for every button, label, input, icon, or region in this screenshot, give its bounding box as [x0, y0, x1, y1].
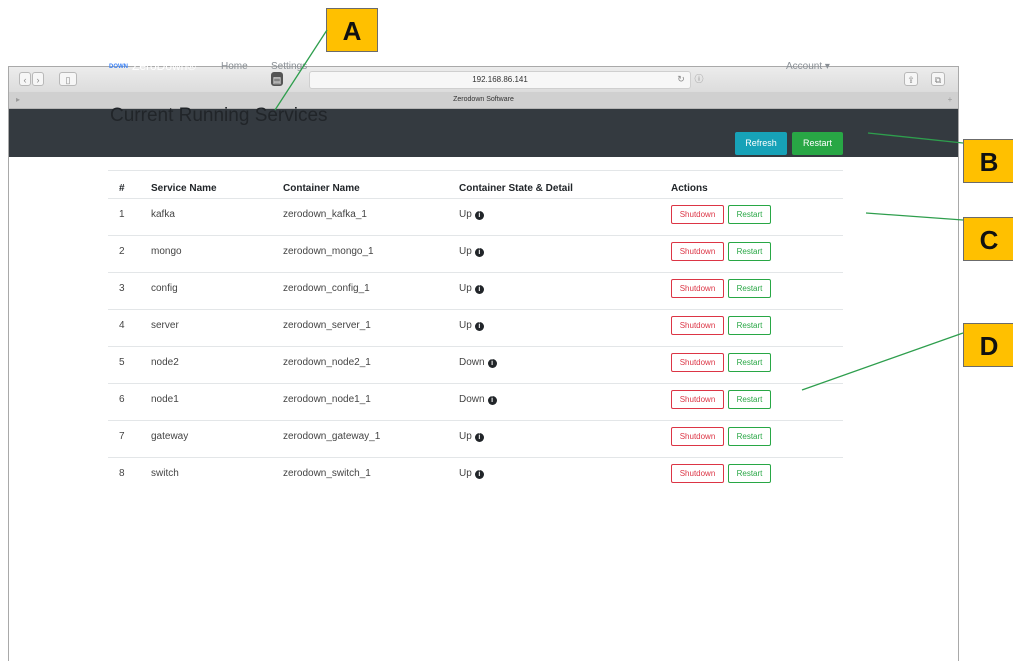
- callout-line-c: [865, 212, 964, 221]
- callout-line-d: [801, 332, 964, 391]
- callout-lines: [274, 29, 964, 391]
- callout-line-a: [274, 29, 328, 111]
- callout-line-b: [867, 132, 964, 144]
